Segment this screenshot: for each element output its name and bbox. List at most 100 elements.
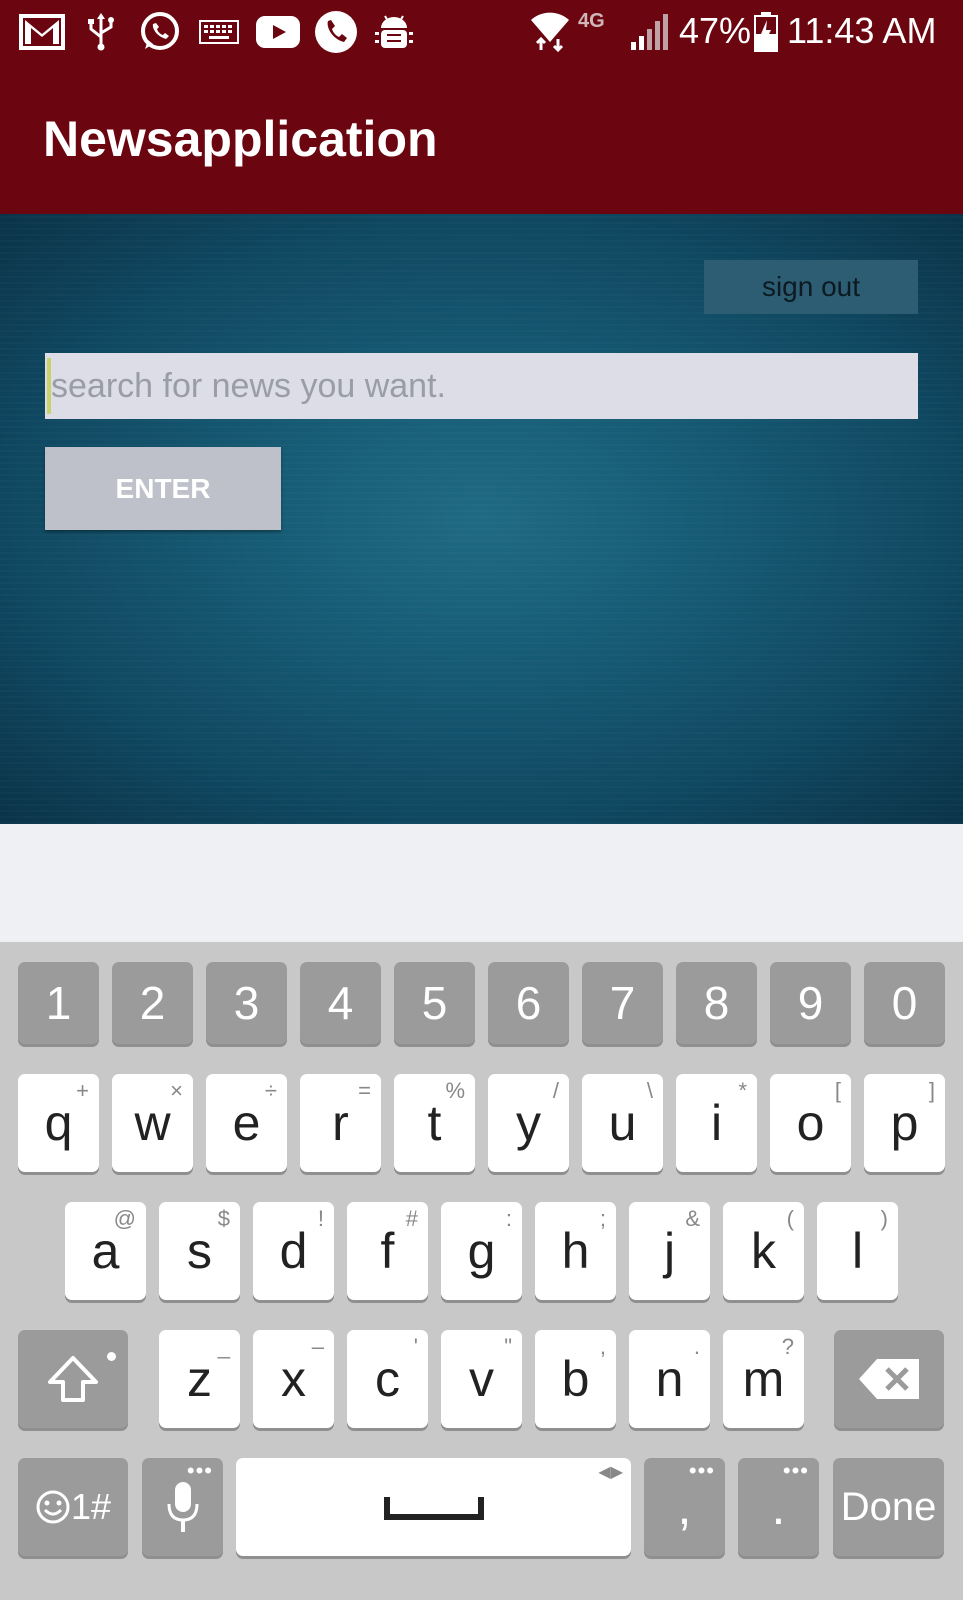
key-c-alt: ' <box>413 1334 418 1359</box>
more-dots-icon: ••• <box>186 1458 213 1483</box>
key-p-label: p <box>890 1095 919 1151</box>
keyboard-icon <box>198 12 240 52</box>
usb-icon <box>86 12 116 52</box>
backspace-icon <box>859 1359 919 1399</box>
key-w[interactable]: × w <box>112 1074 193 1172</box>
key-g-label: g <box>467 1223 496 1279</box>
empty-area <box>0 824 963 942</box>
key-z[interactable]: _ z <box>159 1330 240 1428</box>
key-r[interactable]: = r <box>300 1074 381 1172</box>
backspace-key[interactable] <box>834 1330 944 1428</box>
network-type: 4G <box>578 10 605 32</box>
key-n-label: n <box>655 1351 684 1407</box>
key-d[interactable]: ! d <box>253 1202 334 1300</box>
key-r-label: r <box>332 1095 349 1151</box>
key-h-alt: ; <box>599 1206 606 1231</box>
key-t-alt: % <box>445 1078 465 1103</box>
symbols-label: 1# <box>70 1486 112 1527</box>
search-input[interactable]: search for news you want. <box>45 353 918 419</box>
key-j-alt: & <box>685 1206 700 1231</box>
key-8[interactable]: 8 <box>676 962 757 1044</box>
shift-key[interactable] <box>18 1330 128 1428</box>
key-g[interactable]: :g <box>441 1202 522 1300</box>
key-b-alt: , <box>599 1334 606 1359</box>
key-n-alt: . <box>693 1334 700 1359</box>
key-c[interactable]: ' c <box>347 1330 428 1428</box>
key-b[interactable]: ,b <box>535 1330 616 1428</box>
voice-input-key[interactable]: ••• <box>142 1458 223 1556</box>
done-key[interactable]: Done <box>833 1458 944 1556</box>
key-h[interactable]: ; h <box>535 1202 616 1300</box>
key-e[interactable]: ÷ e <box>206 1074 287 1172</box>
key-u[interactable]: \ u <box>582 1074 663 1172</box>
comma-label: , <box>677 1479 692 1535</box>
wifi-icon <box>528 12 572 52</box>
key-b-label: b <box>561 1351 590 1407</box>
key-9[interactable]: 9 <box>770 962 851 1044</box>
microphone-icon <box>167 1482 198 1532</box>
key-d-label: d <box>279 1223 308 1279</box>
key-5[interactable]: 5 <box>394 962 475 1044</box>
key-x-alt: – <box>311 1334 324 1359</box>
key-w-alt: × <box>170 1078 183 1103</box>
key-4[interactable]: 4 <box>300 962 381 1044</box>
key-v[interactable]: " v <box>441 1330 522 1428</box>
key-x-label: x <box>281 1351 306 1407</box>
battery-icon <box>753 12 779 52</box>
key-k-label: k <box>751 1223 776 1279</box>
more-dots-icon: ••• <box>688 1458 715 1483</box>
key-j[interactable]: & j <box>629 1202 710 1300</box>
space-icon <box>383 1497 484 1520</box>
period-key[interactable]: ••• . <box>738 1458 819 1556</box>
space-bar[interactable]: ◀▶ <box>236 1458 631 1556</box>
key-w-label: w <box>134 1095 171 1151</box>
more-dots-icon: ••• <box>782 1458 809 1483</box>
key-m[interactable]: ? m <box>723 1330 804 1428</box>
key-f[interactable]: # f <box>347 1202 428 1300</box>
key-p[interactable]: ] p <box>864 1074 945 1172</box>
key-t-label: t <box>427 1095 442 1151</box>
key-a[interactable]: @ a <box>65 1202 146 1300</box>
key-e-alt: ÷ <box>264 1078 277 1103</box>
key-o-label: o <box>796 1095 825 1151</box>
key-7[interactable]: 7 <box>582 962 663 1044</box>
phone-icon <box>313 11 359 53</box>
status-bar: 4G 47% 11:43 AM <box>0 0 963 66</box>
enter-button[interactable]: ENTER <box>45 447 281 530</box>
key-y[interactable]: / y <box>488 1074 569 1172</box>
key-6[interactable]: 6 <box>488 962 569 1044</box>
youtube-icon <box>255 12 301 52</box>
key-2[interactable]: 2 <box>112 962 193 1044</box>
key-o[interactable]: [o <box>770 1074 851 1172</box>
key-3[interactable]: 3 <box>206 962 287 1044</box>
search-placeholder: search for news you want. <box>51 366 446 405</box>
key-z-alt: _ <box>217 1334 230 1359</box>
sign-out-button[interactable]: sign out <box>704 260 918 314</box>
key-s[interactable]: $ s <box>159 1202 240 1300</box>
key-k[interactable]: (k <box>723 1202 804 1300</box>
key-t[interactable]: % t <box>394 1074 475 1172</box>
key-f-alt: # <box>405 1206 418 1231</box>
key-0[interactable]: 0 <box>864 962 945 1044</box>
key-q[interactable]: + q <box>18 1074 99 1172</box>
key-h-label: h <box>561 1223 590 1279</box>
key-p-alt: ] <box>928 1078 935 1103</box>
key-k-alt: ( <box>786 1206 794 1231</box>
comma-key[interactable]: ••• , <box>644 1458 725 1556</box>
battery-percent: 47% <box>679 10 752 51</box>
whatsapp-icon <box>138 12 182 52</box>
key-1[interactable]: 1 <box>18 962 99 1044</box>
key-l[interactable]: ) l <box>817 1202 898 1300</box>
key-x[interactable]: – x <box>253 1330 334 1428</box>
emoji-symbols-key[interactable]: 1# <box>18 1458 128 1556</box>
key-i[interactable]: * i <box>676 1074 757 1172</box>
key-y-label: y <box>516 1095 541 1151</box>
key-n[interactable]: .n <box>629 1330 710 1428</box>
period-label: . <box>771 1479 786 1535</box>
key-g-alt: : <box>505 1206 512 1231</box>
key-a-alt: @ <box>113 1206 136 1231</box>
app-title: Newsapplication <box>43 111 438 167</box>
key-u-label: u <box>608 1095 637 1151</box>
key-i-label: i <box>710 1095 723 1151</box>
key-m-label: m <box>742 1351 785 1407</box>
